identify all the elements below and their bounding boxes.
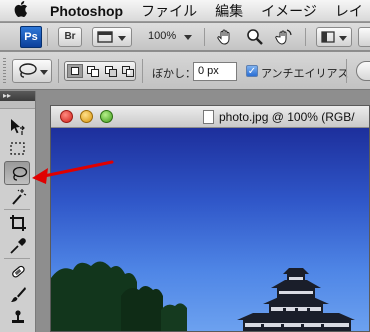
zoom-window-icon[interactable] xyxy=(100,110,113,123)
crop-icon xyxy=(10,215,26,231)
chevron-down-icon xyxy=(339,36,347,41)
divider xyxy=(346,59,347,83)
magic-wand-tool[interactable] xyxy=(4,185,30,209)
rectangular-marquee-icon xyxy=(10,142,25,155)
minimize-icon[interactable] xyxy=(80,110,93,123)
menu-bar: Photoshop ファイル 編集 イメージ レイ xyxy=(0,0,370,22)
app-menu-photoshop[interactable]: Photoshop xyxy=(50,3,123,19)
brush-tool[interactable] xyxy=(4,283,30,307)
divider xyxy=(47,28,48,46)
hand-tool-icon[interactable] xyxy=(216,28,234,51)
menu-edit[interactable]: 編集 xyxy=(215,1,243,21)
rotate-view-icon[interactable] xyxy=(274,27,294,52)
feather-input[interactable]: 0 px xyxy=(193,62,237,81)
castle-photo xyxy=(51,261,355,331)
lasso-icon xyxy=(12,166,28,181)
marquee-tool[interactable] xyxy=(4,137,30,161)
brush-icon xyxy=(11,287,26,302)
new-selection-button[interactable] xyxy=(67,64,83,78)
tools-panel: ▸▸ xyxy=(0,91,36,332)
feather-label: ぼかし： xyxy=(152,68,196,80)
clone-stamp-tool[interactable] xyxy=(4,306,30,330)
menu-layer[interactable]: レイ xyxy=(335,1,363,21)
tools-panel-header[interactable]: ▸▸ xyxy=(0,91,35,101)
add-to-selection-button[interactable] xyxy=(85,64,101,78)
photoshop-logo-button[interactable]: Ps xyxy=(20,26,42,48)
crop-tool[interactable] xyxy=(4,211,30,235)
arrange-icon xyxy=(321,31,335,43)
divider xyxy=(305,28,306,46)
menu-file[interactable]: ファイル xyxy=(141,1,197,21)
view-extras-icon xyxy=(97,31,113,43)
tools-divider xyxy=(4,209,30,210)
move-tool[interactable] xyxy=(4,115,30,139)
healing-brush-icon xyxy=(12,265,25,278)
tool-preset-picker[interactable] xyxy=(12,59,52,83)
magic-wand-icon xyxy=(12,189,27,205)
refine-edge-button[interactable] xyxy=(356,61,370,81)
photo-canvas[interactable] xyxy=(51,128,369,331)
move-icon xyxy=(11,119,25,135)
arrange-documents-button[interactable] xyxy=(316,27,352,47)
document-window: photo.jpg @ 100% (RGB/ xyxy=(50,105,370,332)
subtract-from-selection-button[interactable] xyxy=(103,64,119,78)
chevron-down-icon xyxy=(118,36,126,41)
apple-icon[interactable] xyxy=(14,1,36,20)
tools-panel-grip[interactable] xyxy=(0,101,35,109)
zoom-dropdown-icon[interactable] xyxy=(184,35,192,40)
divider xyxy=(58,59,59,83)
document-icon xyxy=(203,110,214,124)
healing-brush-tool[interactable] xyxy=(4,260,30,284)
bridge-button[interactable]: Br xyxy=(58,27,82,47)
tools-divider xyxy=(4,258,30,259)
eyedropper-tool[interactable] xyxy=(4,234,30,258)
divider xyxy=(142,59,143,83)
screen-mode-button[interactable] xyxy=(358,27,370,47)
eyedropper-icon xyxy=(10,238,26,254)
chevron-down-icon xyxy=(40,70,48,75)
menu-image[interactable]: イメージ xyxy=(261,1,317,21)
document-title-bar[interactable]: photo.jpg @ 100% (RGB/ xyxy=(51,106,369,128)
zoom-level[interactable]: 100% xyxy=(148,30,176,42)
selection-mode-group xyxy=(64,61,136,81)
clone-stamp-icon xyxy=(12,310,24,323)
antialias-label: アンチエイリアス xyxy=(261,68,349,80)
lasso-icon xyxy=(19,63,37,78)
close-icon[interactable] xyxy=(60,110,73,123)
options-bar: ぼかし： 0 px ✓ アンチエイリアス xyxy=(0,52,370,90)
view-extras-button[interactable] xyxy=(92,27,132,47)
lasso-tool[interactable] xyxy=(4,161,30,185)
application-bar: Ps Br 100% xyxy=(0,23,370,51)
document-title: photo.jpg @ 100% (RGB/ xyxy=(219,110,355,124)
antialias-checkbox[interactable]: ✓ xyxy=(246,65,258,77)
divider xyxy=(204,28,205,46)
zoom-tool-icon[interactable] xyxy=(246,28,264,51)
intersect-selection-button[interactable] xyxy=(120,64,136,78)
options-bar-grip[interactable] xyxy=(3,58,6,84)
